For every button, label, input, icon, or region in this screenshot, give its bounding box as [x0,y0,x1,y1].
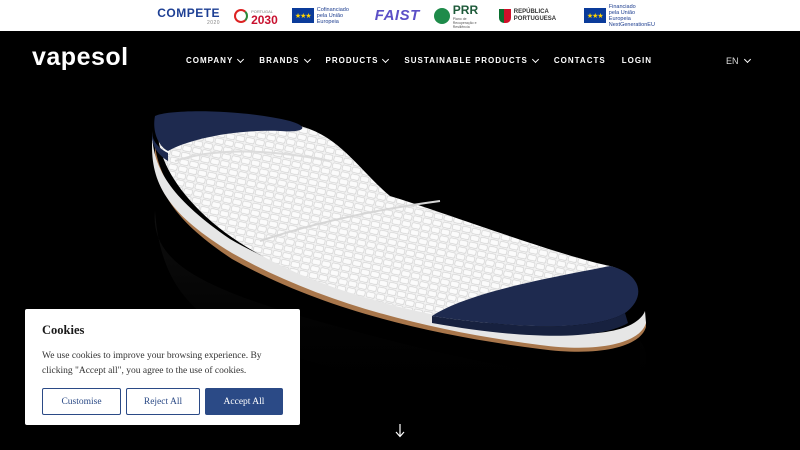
compete-logo-text: COMPETE [157,5,221,20]
chevron-down-icon [237,55,245,63]
republica-portuguesa-text: REPÚBLICA PORTUGUESA [513,8,557,22]
nav-item-brands[interactable]: BRANDS [259,55,311,65]
main-nav: COMPANY BRANDS PRODUCTS SUSTAINABLE PROD… [186,55,668,65]
cookie-title: Cookies [42,323,85,337]
nav-item-company[interactable]: COMPANY [186,55,245,65]
brand-logo[interactable]: vapesol [32,43,129,72]
nav-item-sustainable-products[interactable]: SUSTAINABLE PRODUCTS [404,55,539,65]
nav-item-label: COMPANY [186,56,234,65]
prr-circle-icon [433,7,450,24]
compete-logo-sub: 2020 [206,19,221,26]
nav-item-label: SUSTAINABLE PRODUCTS [404,56,528,65]
eu-cofinanced-text: Cofinanciado pela União Europeia [316,6,349,25]
prr-logo-text: PRR [452,2,479,17]
eu-nextgen-logo: ★★★ Financiado pela União Europeia NextG… [583,3,655,28]
republica-portuguesa-logo: REPÚBLICA PORTUGUESA [498,6,570,26]
nav-item-label: PRODUCTS [325,56,379,65]
nav-item-label: CONTACTS [553,56,606,65]
chevron-down-icon [743,55,751,64]
cookie-banner: Cookies We use cookies to improve your b… [25,309,300,425]
portugal-shield-icon [498,8,511,23]
prr-logo: PRR Plano de Recuperação e Resiliência [433,2,485,29]
nav-item-contacts[interactable]: CONTACTS [554,56,606,65]
prr-logo-sub: Plano de Recuperação e Resiliência [452,16,477,29]
portugal2030-logo: PORTUGAL 2030 [234,6,278,26]
language-selector[interactable]: EN [726,55,751,66]
chevron-down-icon [303,55,311,63]
nav-item-label: LOGIN [621,56,653,65]
customise-button[interactable]: Customise [42,388,121,415]
eu-cofinanced-logo: ★★★ Cofinanciado pela União Europeia [291,6,361,26]
site-header: vapesol COMPANY BRANDS PRODUCTS SUSTAINA… [0,31,800,91]
portugal2030-year: 2030 [251,12,278,27]
portugal2030-mark-icon [234,8,249,23]
faist-logo: FAIST [375,6,420,26]
nav-item-login[interactable]: LOGIN [622,56,652,65]
accept-all-button[interactable]: Accept All [205,388,283,415]
compete-logo: COMPETE 2020 [157,6,220,26]
arrow-down-icon[interactable] [392,420,408,442]
chevron-down-icon [382,55,390,63]
cookie-text: We use cookies to improve your browsing … [42,351,262,376]
nav-item-products[interactable]: PRODUCTS [325,55,390,65]
cookie-buttons: Customise Reject All Accept All [42,388,283,415]
faist-logo-text: FAIST [374,7,420,24]
nav-item-label: BRANDS [259,56,300,65]
eu-flag-icon: ★★★ [583,8,606,23]
eu-flag-icon: ★★★ [291,8,314,23]
language-label: EN [726,56,739,66]
eu-nextgen-text: Financiado pela União Europeia NextGener… [608,3,655,28]
chevron-down-icon [531,55,539,63]
reject-all-button[interactable]: Reject All [126,388,200,415]
funding-logos-bar: COMPETE 2020 PORTUGAL 2030 ★★★ Cofinanci… [0,0,800,31]
